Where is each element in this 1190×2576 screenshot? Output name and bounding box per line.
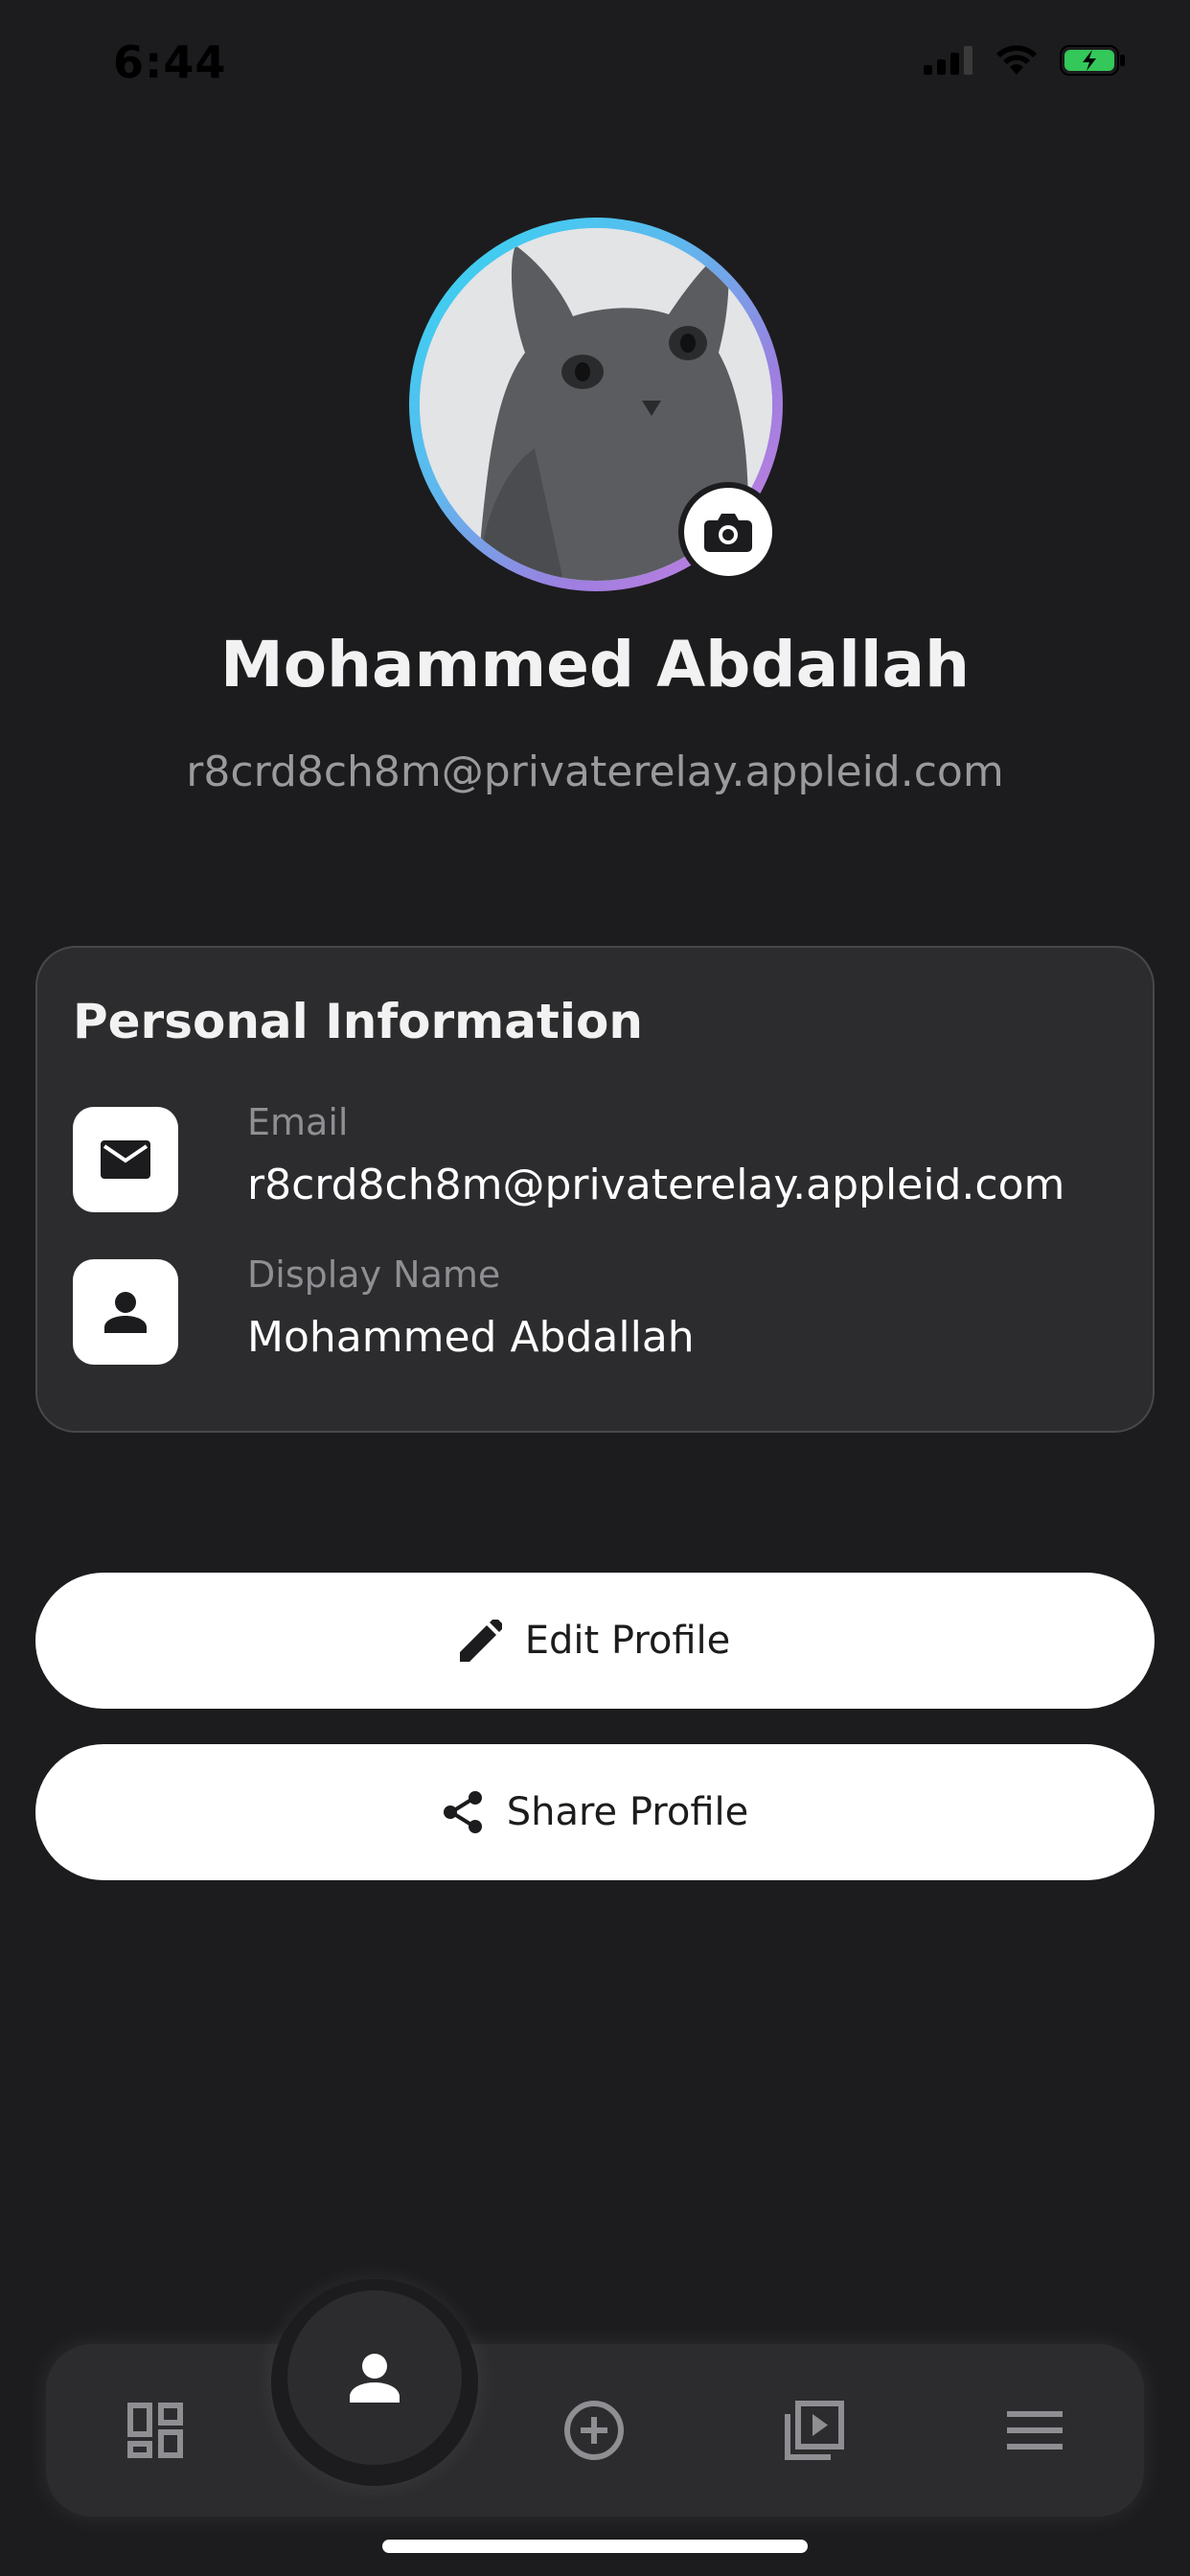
change-photo-button[interactable] bbox=[678, 482, 778, 582]
info-label: Email bbox=[247, 1101, 349, 1143]
battery-charging-icon bbox=[1060, 45, 1125, 76]
profile-icon bbox=[350, 2354, 400, 2403]
video-library-icon bbox=[785, 2401, 844, 2460]
info-row-email: Email r8crd8ch8m@privaterelay.appleid.co… bbox=[73, 1101, 1108, 1212]
edit-profile-label: Edit Profile bbox=[524, 1619, 731, 1663]
status-bar: 6:44 bbox=[0, 0, 1190, 125]
profile-email: r8crd8ch8m@privaterelay.appleid.com bbox=[186, 748, 1004, 796]
mail-icon bbox=[101, 1140, 150, 1179]
cellular-signal-icon bbox=[924, 46, 973, 75]
tab-dashboard[interactable] bbox=[117, 2392, 194, 2469]
status-icons bbox=[924, 44, 1127, 77]
share-profile-button[interactable]: Share Profile bbox=[35, 1744, 1155, 1880]
card-title: Personal Information bbox=[73, 994, 643, 1049]
add-circle-icon bbox=[564, 2401, 624, 2460]
tab-videos[interactable] bbox=[776, 2392, 853, 2469]
tab-profile[interactable] bbox=[287, 2290, 462, 2465]
info-icon-box bbox=[73, 1107, 178, 1212]
menu-icon bbox=[1007, 2411, 1063, 2450]
info-value: r8crd8ch8m@privaterelay.appleid.com bbox=[247, 1161, 1065, 1209]
dashboard-icon bbox=[127, 2403, 183, 2458]
info-value: Mohammed Abdallah bbox=[247, 1313, 695, 1362]
profile-name: Mohammed Abdallah bbox=[220, 628, 970, 702]
pencil-icon bbox=[459, 1620, 502, 1662]
info-label: Display Name bbox=[247, 1254, 501, 1296]
personal-info-card: Personal Information Email r8crd8ch8m@pr… bbox=[35, 946, 1155, 1433]
profile-avatar[interactable] bbox=[409, 218, 783, 591]
tab-add[interactable] bbox=[556, 2392, 632, 2469]
tab-menu[interactable] bbox=[996, 2392, 1073, 2469]
info-icon-box bbox=[73, 1259, 178, 1365]
person-icon bbox=[104, 1292, 147, 1333]
info-row-display-name: Display Name Mohammed Abdallah bbox=[73, 1254, 1108, 1365]
share-profile-label: Share Profile bbox=[506, 1790, 749, 1834]
wifi-icon bbox=[996, 45, 1037, 75]
edit-profile-button[interactable]: Edit Profile bbox=[35, 1573, 1155, 1709]
share-icon bbox=[443, 1791, 482, 1833]
camera-icon bbox=[704, 514, 752, 552]
home-indicator bbox=[382, 2540, 808, 2553]
status-time: 6:44 bbox=[113, 36, 227, 88]
